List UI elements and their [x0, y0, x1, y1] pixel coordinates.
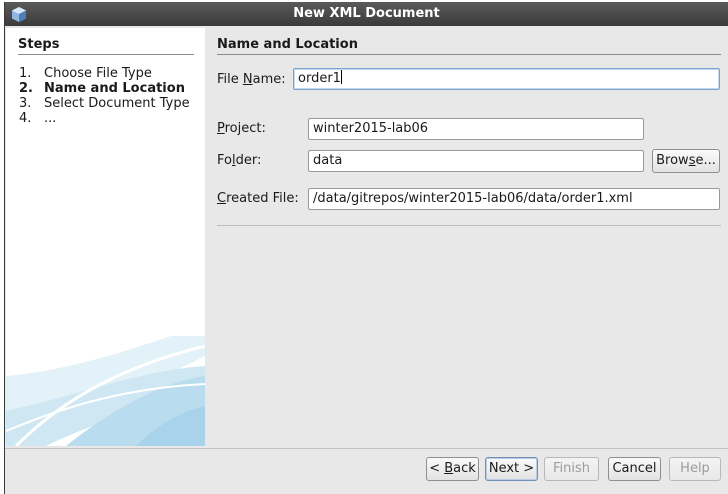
- project-field[interactable]: winter2015-lab06: [308, 118, 644, 140]
- project-label: Project:: [217, 121, 266, 136]
- cancel-button[interactable]: Cancel: [608, 457, 661, 481]
- created-file-field[interactable]: /data/gitrepos/winter2015-lab06/data/ord…: [308, 188, 720, 210]
- step-number: 4.: [19, 111, 32, 126]
- step-name-and-location: 2. Name and Location: [19, 81, 185, 96]
- new-xml-document-dialog: New XML Document Steps 1. Choose File Typ…: [4, 2, 728, 494]
- form-divider: [217, 225, 721, 226]
- panel-divider: [217, 54, 721, 55]
- folder-label: Folder:: [217, 153, 261, 168]
- step-label: Choose File Type: [44, 66, 152, 81]
- text-caret: [340, 70, 342, 84]
- title-bar[interactable]: New XML Document: [5, 2, 728, 26]
- folder-input[interactable]: data: [308, 150, 644, 172]
- label-mnemonic: N: [242, 72, 253, 87]
- button-text: ack: [453, 461, 476, 476]
- label-mnemonic: P: [217, 121, 225, 136]
- step-more: 4....: [19, 111, 56, 126]
- help-button[interactable]: Help: [669, 457, 721, 481]
- label-text: ame:: [252, 72, 286, 87]
- button-text: Brow: [656, 153, 689, 168]
- browse-button[interactable]: Browse...: [652, 149, 720, 173]
- name-and-location-panel: Name and Location File Name: order1 Proj…: [209, 28, 728, 446]
- panel-heading: Name and Location: [217, 37, 358, 52]
- label-text: File: [217, 72, 243, 87]
- label-text: reated File:: [226, 191, 299, 206]
- label-mnemonic: C: [217, 191, 227, 206]
- button-mnemonic: B: [444, 461, 454, 476]
- step-select-document-type: 3. Select Document Type: [19, 96, 190, 111]
- button-bar-divider: [5, 448, 728, 449]
- step-number: 1.: [19, 66, 32, 81]
- label-text: roject:: [224, 121, 266, 136]
- back-button[interactable]: < Back: [426, 457, 479, 481]
- step-label: Select Document Type: [44, 96, 190, 111]
- steps-divider: [18, 54, 194, 55]
- label-text: Fo: [217, 153, 232, 168]
- button-text: <: [429, 461, 445, 476]
- window-title: New XML Document: [293, 6, 440, 21]
- step-number: 3.: [19, 96, 32, 111]
- step-number: 2.: [19, 81, 33, 96]
- created-file-label: Created File:: [217, 191, 299, 206]
- file-name-input[interactable]: order1: [293, 68, 720, 90]
- file-name-label: File Name:: [217, 72, 286, 87]
- steps-heading: Steps: [18, 37, 60, 52]
- step-choose-file-type: 1. Choose File Type: [19, 66, 152, 81]
- steps-panel: Steps 1. Choose File Type 2. Name and Loca…: [6, 28, 205, 446]
- decorative-swoosh-graphic: [6, 336, 205, 446]
- button-text: e...: [695, 153, 716, 168]
- step-label: Name and Location: [44, 81, 185, 96]
- label-text: der:: [235, 153, 262, 168]
- netbeans-app-icon: [12, 7, 26, 22]
- file-name-value: order1: [298, 71, 341, 86]
- finish-button[interactable]: Finish: [544, 457, 599, 481]
- next-button[interactable]: Next >: [485, 457, 538, 481]
- step-label: ...: [44, 111, 57, 126]
